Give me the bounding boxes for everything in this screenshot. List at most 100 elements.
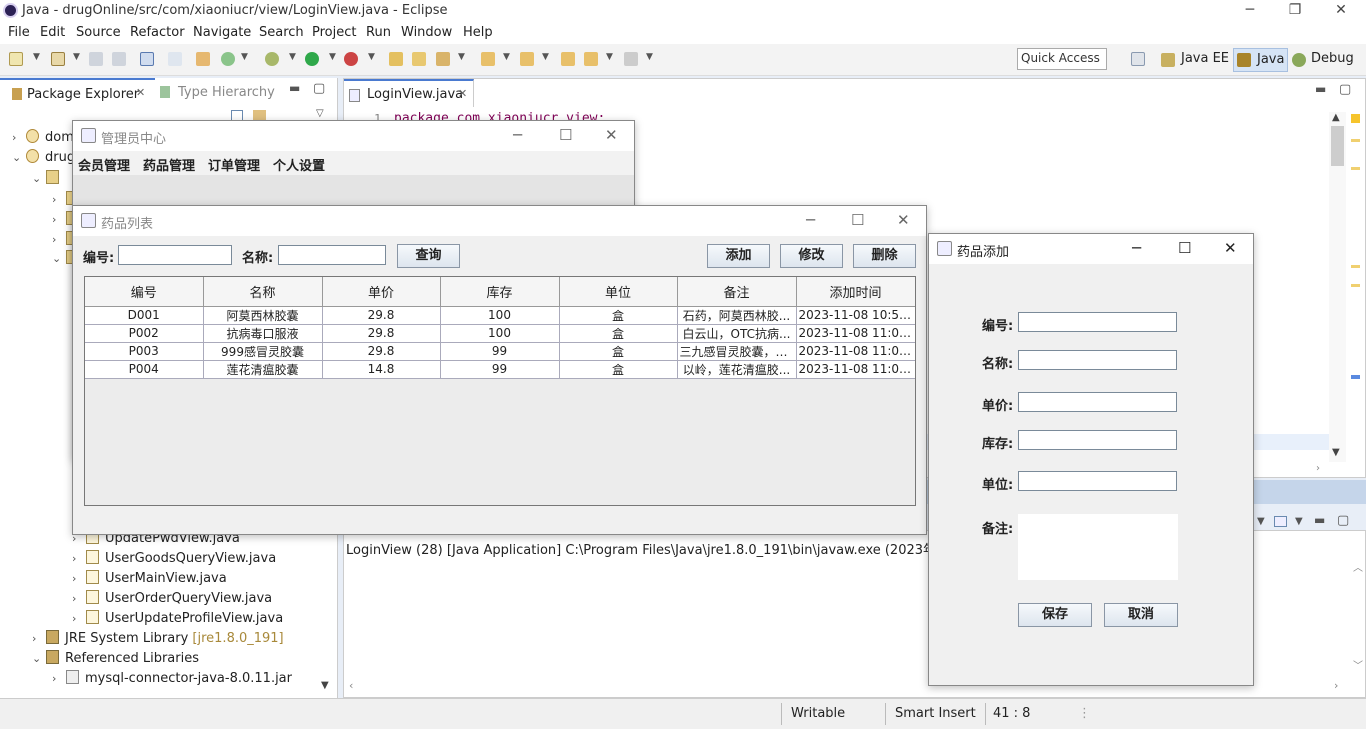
skip-breakpoints-icon[interactable] [168, 52, 182, 66]
open-perspective-icon[interactable] [1131, 52, 1145, 66]
table-row[interactable]: D001 阿莫西林胶囊 29.8 100 盒 石药，阿莫西林胶... 2023-… [85, 306, 915, 325]
add-id-input[interactable] [1018, 312, 1177, 332]
column-header-remark[interactable]: 备注 [677, 277, 797, 307]
column-header-added-time[interactable]: 添加时间 [796, 277, 915, 307]
tree-item[interactable]: ⌄ [32, 170, 65, 190]
back-icon[interactable] [584, 52, 598, 66]
menu-edit[interactable]: Edit [40, 25, 65, 40]
add-price-input[interactable] [1018, 392, 1177, 412]
save-all-icon[interactable] [112, 52, 126, 66]
run-icon[interactable] [305, 52, 319, 66]
close-icon[interactable]: ✕ [1224, 239, 1237, 257]
add-stock-input[interactable] [1018, 430, 1177, 450]
forward-icon[interactable] [624, 52, 638, 66]
query-button[interactable]: 查询 [397, 244, 460, 268]
pencil-icon[interactable] [436, 52, 450, 66]
tab-loginview[interactable]: LoginView.java ✕ [344, 79, 474, 107]
add-button[interactable]: 添加 [707, 244, 770, 268]
scroll-down-icon[interactable]: ▼ [321, 680, 329, 691]
view-menu-icon[interactable]: ▽ [316, 108, 324, 119]
tree-item-java-file[interactable]: › UserUpdateProfileView.java [72, 610, 283, 630]
menu-source[interactable]: Source [76, 25, 121, 40]
tab-type-hierarchy[interactable]: Type Hierarchy [156, 78, 276, 106]
table-row[interactable]: P002 抗病毒口服液 29.8 100 盒 白云山，OTC抗病... 2023… [85, 324, 915, 343]
perspective-debug[interactable]: Debug [1311, 51, 1354, 66]
name-search-input[interactable] [278, 245, 386, 265]
add-name-input[interactable] [1018, 350, 1177, 370]
cancel-button[interactable]: 取消 [1104, 603, 1178, 627]
menu-order-management[interactable]: 订单管理 [208, 155, 260, 174]
close-icon[interactable]: ✕ [897, 211, 910, 229]
scroll-left-icon[interactable]: ‹ [349, 679, 353, 692]
column-header-price[interactable]: 单价 [322, 277, 441, 307]
menu-personal-settings[interactable]: 个人设置 [273, 155, 325, 174]
new-java-project-icon[interactable] [389, 52, 403, 66]
menu-refactor[interactable]: Refactor [130, 25, 185, 40]
scroll-up-icon[interactable]: ▲ [1332, 112, 1340, 123]
scroll-up-icon[interactable]: ︿ [1353, 559, 1363, 574]
minimize-icon[interactable]: ─ [806, 211, 815, 229]
minimize-view-icon[interactable]: ▬ [289, 81, 300, 95]
tree-item-java-file[interactable]: › UserOrderQueryView.java [72, 590, 272, 610]
edit-button[interactable]: 修改 [780, 244, 843, 268]
delete-button[interactable]: 删除 [853, 244, 916, 268]
tree-item-java-file[interactable]: › UserGoodsQueryView.java [72, 550, 276, 570]
open-folder-icon[interactable] [412, 52, 426, 66]
menu-window[interactable]: Window [401, 25, 452, 40]
minimize-console-icon[interactable]: ▬ [1314, 513, 1325, 527]
scroll-right-icon[interactable]: › [1334, 679, 1338, 692]
menu-search[interactable]: Search [259, 25, 304, 40]
perspective-java-ee[interactable]: Java EE [1181, 51, 1229, 66]
save-icon[interactable] [89, 52, 103, 66]
perspective-java-active[interactable]: Java [1233, 48, 1288, 72]
menu-run[interactable]: Run [366, 25, 391, 40]
maximize-icon[interactable]: ☐ [559, 126, 572, 144]
scroll-down-icon[interactable]: ﹀ [1353, 657, 1363, 672]
prev-annotation-icon[interactable] [520, 52, 534, 66]
minimize-icon[interactable]: ─ [1132, 239, 1141, 257]
maximize-view-icon[interactable]: ▢ [313, 81, 325, 96]
minimize-editor-icon[interactable]: ▬ [1315, 82, 1326, 96]
close-tab-icon[interactable]: ✕ [458, 87, 467, 100]
debug-icon[interactable] [265, 52, 279, 66]
maximize-editor-icon[interactable]: ▢ [1339, 82, 1351, 97]
vertical-scrollbar[interactable]: ▲ ▼ [1329, 112, 1346, 462]
refresh-icon[interactable] [221, 52, 235, 66]
close-tab-icon[interactable]: ✕ [136, 86, 145, 99]
menu-project[interactable]: Project [312, 25, 356, 40]
close-icon[interactable]: ✕ [1331, 2, 1351, 18]
close-icon[interactable]: ✕ [605, 126, 618, 144]
menu-file[interactable]: File [8, 25, 30, 40]
menu-help[interactable]: Help [463, 25, 493, 40]
status-grip-icon[interactable]: ⋮ [1078, 706, 1091, 721]
tree-item[interactable]: › dom [12, 129, 74, 149]
last-edit-icon[interactable] [561, 52, 575, 66]
column-header-stock[interactable]: 库存 [440, 277, 560, 307]
tree-item-jre-library[interactable]: › JRE System Library [jre1.8.0_191] [32, 630, 284, 650]
menu-navigate[interactable]: Navigate [193, 25, 251, 40]
add-remark-textarea[interactable] [1018, 514, 1178, 580]
tree-item[interactable]: ⌄ drug [12, 149, 75, 169]
new-package-icon[interactable] [51, 52, 65, 66]
display-console-icon[interactable] [1274, 516, 1287, 527]
external-tools-icon[interactable] [344, 52, 358, 66]
scroll-down-icon[interactable]: ▼ [1332, 447, 1340, 458]
console-view-menu-icon[interactable]: ▼ [1257, 516, 1265, 527]
maximize-console-icon[interactable]: ▢ [1337, 513, 1349, 528]
open-type-icon[interactable] [196, 52, 210, 66]
column-header-id[interactable]: 编号 [85, 277, 204, 307]
add-unit-input[interactable] [1018, 471, 1177, 491]
tree-item-jar[interactable]: › mysql-connector-java-8.0.11.jar [52, 670, 292, 690]
maximize-icon[interactable]: ☐ [1178, 239, 1191, 257]
next-annotation-icon[interactable] [481, 52, 495, 66]
table-row[interactable]: P004 莲花清瘟胶囊 14.8 99 盒 以岭，莲花清瘟胶... 2023-1… [85, 360, 915, 379]
console-menu-icon[interactable]: ▼ [1295, 516, 1303, 527]
scroll-right-icon[interactable]: › [1316, 463, 1320, 474]
minimize-icon[interactable]: ─ [513, 126, 522, 144]
tree-item-referenced-libraries[interactable]: ⌄ Referenced Libraries [32, 650, 199, 670]
table-row[interactable]: P003 999感冒灵胶囊 29.8 99 盒 三九感冒灵胶囊，0... 202… [85, 342, 915, 361]
restore-icon[interactable]: ❐ [1285, 2, 1305, 18]
column-header-unit[interactable]: 单位 [559, 277, 678, 307]
maximize-icon[interactable]: ☐ [851, 211, 864, 229]
tab-package-explorer[interactable]: Package Explorer ✕ [0, 78, 155, 106]
